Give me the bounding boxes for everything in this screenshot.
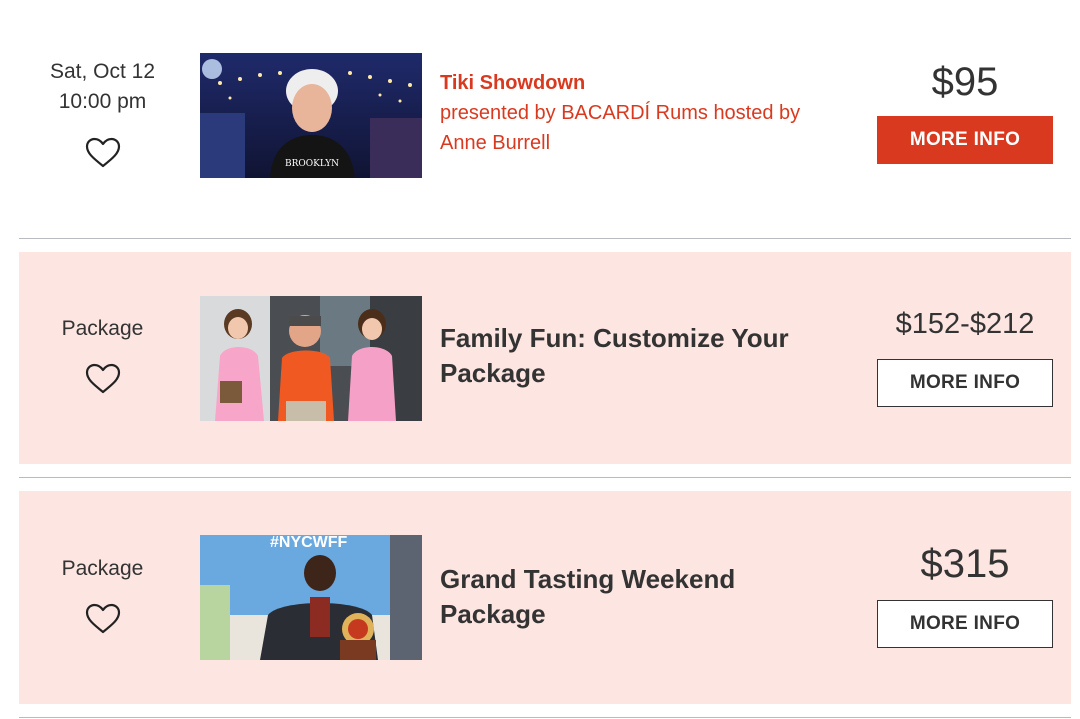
more-info-button[interactable]: MORE INFO [877,359,1053,407]
event-image[interactable]: #NYCWFF [200,535,422,660]
event-row: Package Family Fun: Customize Your Packa… [19,252,1071,464]
event-subtitle-host: Anne Burrell [440,132,551,154]
event-image-text: #NYCWFF [270,535,348,551]
event-row: Package #NYCWFF Grand Tasting Weekend Pa… [19,491,1071,704]
package-label: Package [61,557,144,580]
event-price-block: $152-$212 MORE INFO [877,304,1053,407]
event-row: Sat, Oct 12 10:00 pm BROOKLYN Tiki Showd… [19,0,1071,237]
event-image[interactable] [200,296,422,421]
event-title[interactable]: Family Fun: Customize Your [440,321,840,356]
event-image[interactable]: BROOKLYN [200,53,422,178]
heart-icon[interactable] [85,363,121,395]
row-divider [19,238,1071,239]
row-divider [19,477,1071,478]
row-divider [19,717,1071,718]
event-date: Sat, Oct 12 10:00 pm [19,57,186,169]
event-time: 10:00 pm [58,90,147,113]
svg-text:BROOKLYN: BROOKLYN [285,159,339,169]
event-info: Tiki Showdown presented by BACARDÍ Rums … [440,68,840,158]
event-title-line2[interactable]: Package [440,356,840,391]
event-title[interactable]: Grand Tasting Weekend [440,562,840,597]
heart-icon[interactable] [85,137,121,169]
package-label: Package [61,317,144,340]
event-info: Family Fun: Customize Your Package [440,321,840,391]
event-info: Grand Tasting Weekend Package [440,562,840,632]
more-info-button[interactable]: MORE INFO [877,116,1053,164]
event-price: $95 [931,60,999,104]
event-date: Package [19,315,186,395]
heart-icon[interactable] [85,603,121,635]
event-price: $315 [920,542,1010,586]
event-date-day: Sat, Oct 12 [49,60,156,83]
event-title-line2[interactable]: Package [440,597,840,632]
event-title[interactable]: Tiki Showdown [440,68,840,98]
more-info-button[interactable]: MORE INFO [877,600,1053,648]
event-price-block: $95 MORE INFO [877,58,1053,164]
event-date: Package [19,555,186,635]
event-list: Sat, Oct 12 10:00 pm BROOKLYN Tiki Showd… [0,0,1080,719]
event-subtitle: presented by BACARDÍ Rums hosted by [440,102,801,124]
event-price: $152-$212 [895,308,1035,340]
event-price-block: $315 MORE INFO [877,540,1053,648]
